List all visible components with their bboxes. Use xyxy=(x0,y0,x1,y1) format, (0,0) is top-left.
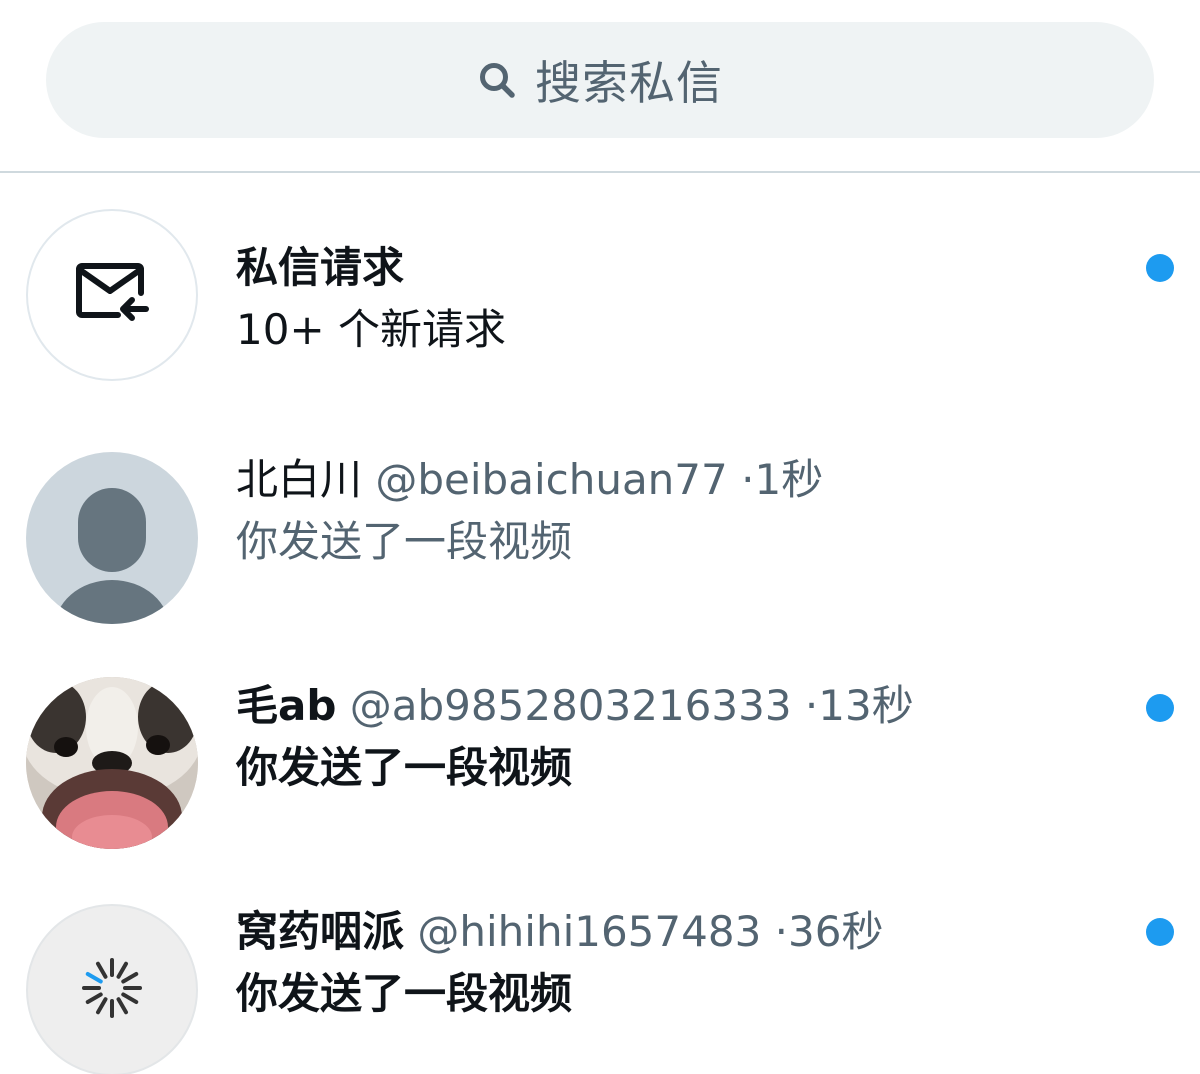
conversation-preview: 你发送了一段视频 xyxy=(236,743,573,792)
conversation-text: 北白川 @beibaichuan77 ·1秒 你发送了一段视频 xyxy=(236,452,1120,570)
conversation-handle: @ab9852803216333 xyxy=(349,681,792,730)
requests-title: 私信请求 xyxy=(236,243,405,292)
conversation-preview: 你发送了一段视频 xyxy=(236,969,573,1018)
conversation-name: 毛ab xyxy=(236,681,337,730)
conversation-time: 1秒 xyxy=(754,455,824,504)
conversation-time: 36秒 xyxy=(788,907,884,956)
conversation-header: 窝药咽派 @hihihi1657483 ·36秒 xyxy=(236,904,1120,960)
messages-page: 搜索私信 私信请求 10+ 个新请求 北白川 @beibaichuan77 ·1… xyxy=(0,0,1200,1074)
unread-dot xyxy=(1146,254,1174,282)
conversation-separator: · xyxy=(804,681,819,730)
conversation-row[interactable]: 毛ab @ab9852803216333 ·13秒 你发送了一段视频 xyxy=(0,676,1200,856)
unread-dot xyxy=(1146,918,1174,946)
conversation-name: 北白川 xyxy=(236,455,363,504)
requests-avatar xyxy=(26,209,198,381)
mail-request-icon xyxy=(72,257,152,333)
conversation-preview: 你发送了一段视频 xyxy=(236,517,573,566)
requests-subtitle: 10+ 个新请求 xyxy=(236,305,506,354)
conversation-row[interactable]: 窝药咽派 @hihihi1657483 ·36秒 你发送了一段视频 xyxy=(0,902,1200,1074)
conversation-header: 毛ab @ab9852803216333 ·13秒 xyxy=(236,678,1120,734)
conversation-preview-line: 你发送了一段视频 xyxy=(236,966,1120,1022)
conversation-preview-line: 你发送了一段视频 xyxy=(236,740,1120,796)
conversation-handle: @hihihi1657483 xyxy=(417,907,762,956)
conversation-preview-line: 你发送了一段视频 xyxy=(236,514,1120,570)
conversation-name: 窝药咽派 xyxy=(236,907,405,956)
requests-title-line: 私信请求 xyxy=(236,240,1120,296)
conversation-time: 13秒 xyxy=(818,681,914,730)
message-requests-row[interactable]: 私信请求 10+ 个新请求 xyxy=(0,206,1200,386)
dog-photo-avatar xyxy=(26,677,198,849)
unread-dot xyxy=(1146,694,1174,722)
conversation-separator: · xyxy=(741,455,755,504)
search-placeholder: 搜索私信 xyxy=(535,56,723,110)
default-avatar xyxy=(26,452,198,624)
requests-subtitle-line: 10+ 个新请求 xyxy=(236,302,1120,358)
conversation-handle: @beibaichuan77 xyxy=(375,455,728,504)
conversation-text: 窝药咽派 @hihihi1657483 ·36秒 你发送了一段视频 xyxy=(236,904,1120,1022)
conversation-separator: · xyxy=(774,907,789,956)
divider xyxy=(0,171,1200,173)
search-bar[interactable]: 搜索私信 xyxy=(46,22,1154,138)
loading-spinner-icon xyxy=(77,953,147,1027)
loading-avatar xyxy=(26,904,198,1074)
conversation-row[interactable]: 北白川 @beibaichuan77 ·1秒 你发送了一段视频 xyxy=(0,450,1200,630)
search-icon xyxy=(477,60,517,100)
search-inner: 搜索私信 xyxy=(477,47,723,113)
conversation-text: 毛ab @ab9852803216333 ·13秒 你发送了一段视频 xyxy=(236,678,1120,796)
requests-text: 私信请求 10+ 个新请求 xyxy=(236,240,1120,358)
conversation-header: 北白川 @beibaichuan77 ·1秒 xyxy=(236,452,1120,508)
